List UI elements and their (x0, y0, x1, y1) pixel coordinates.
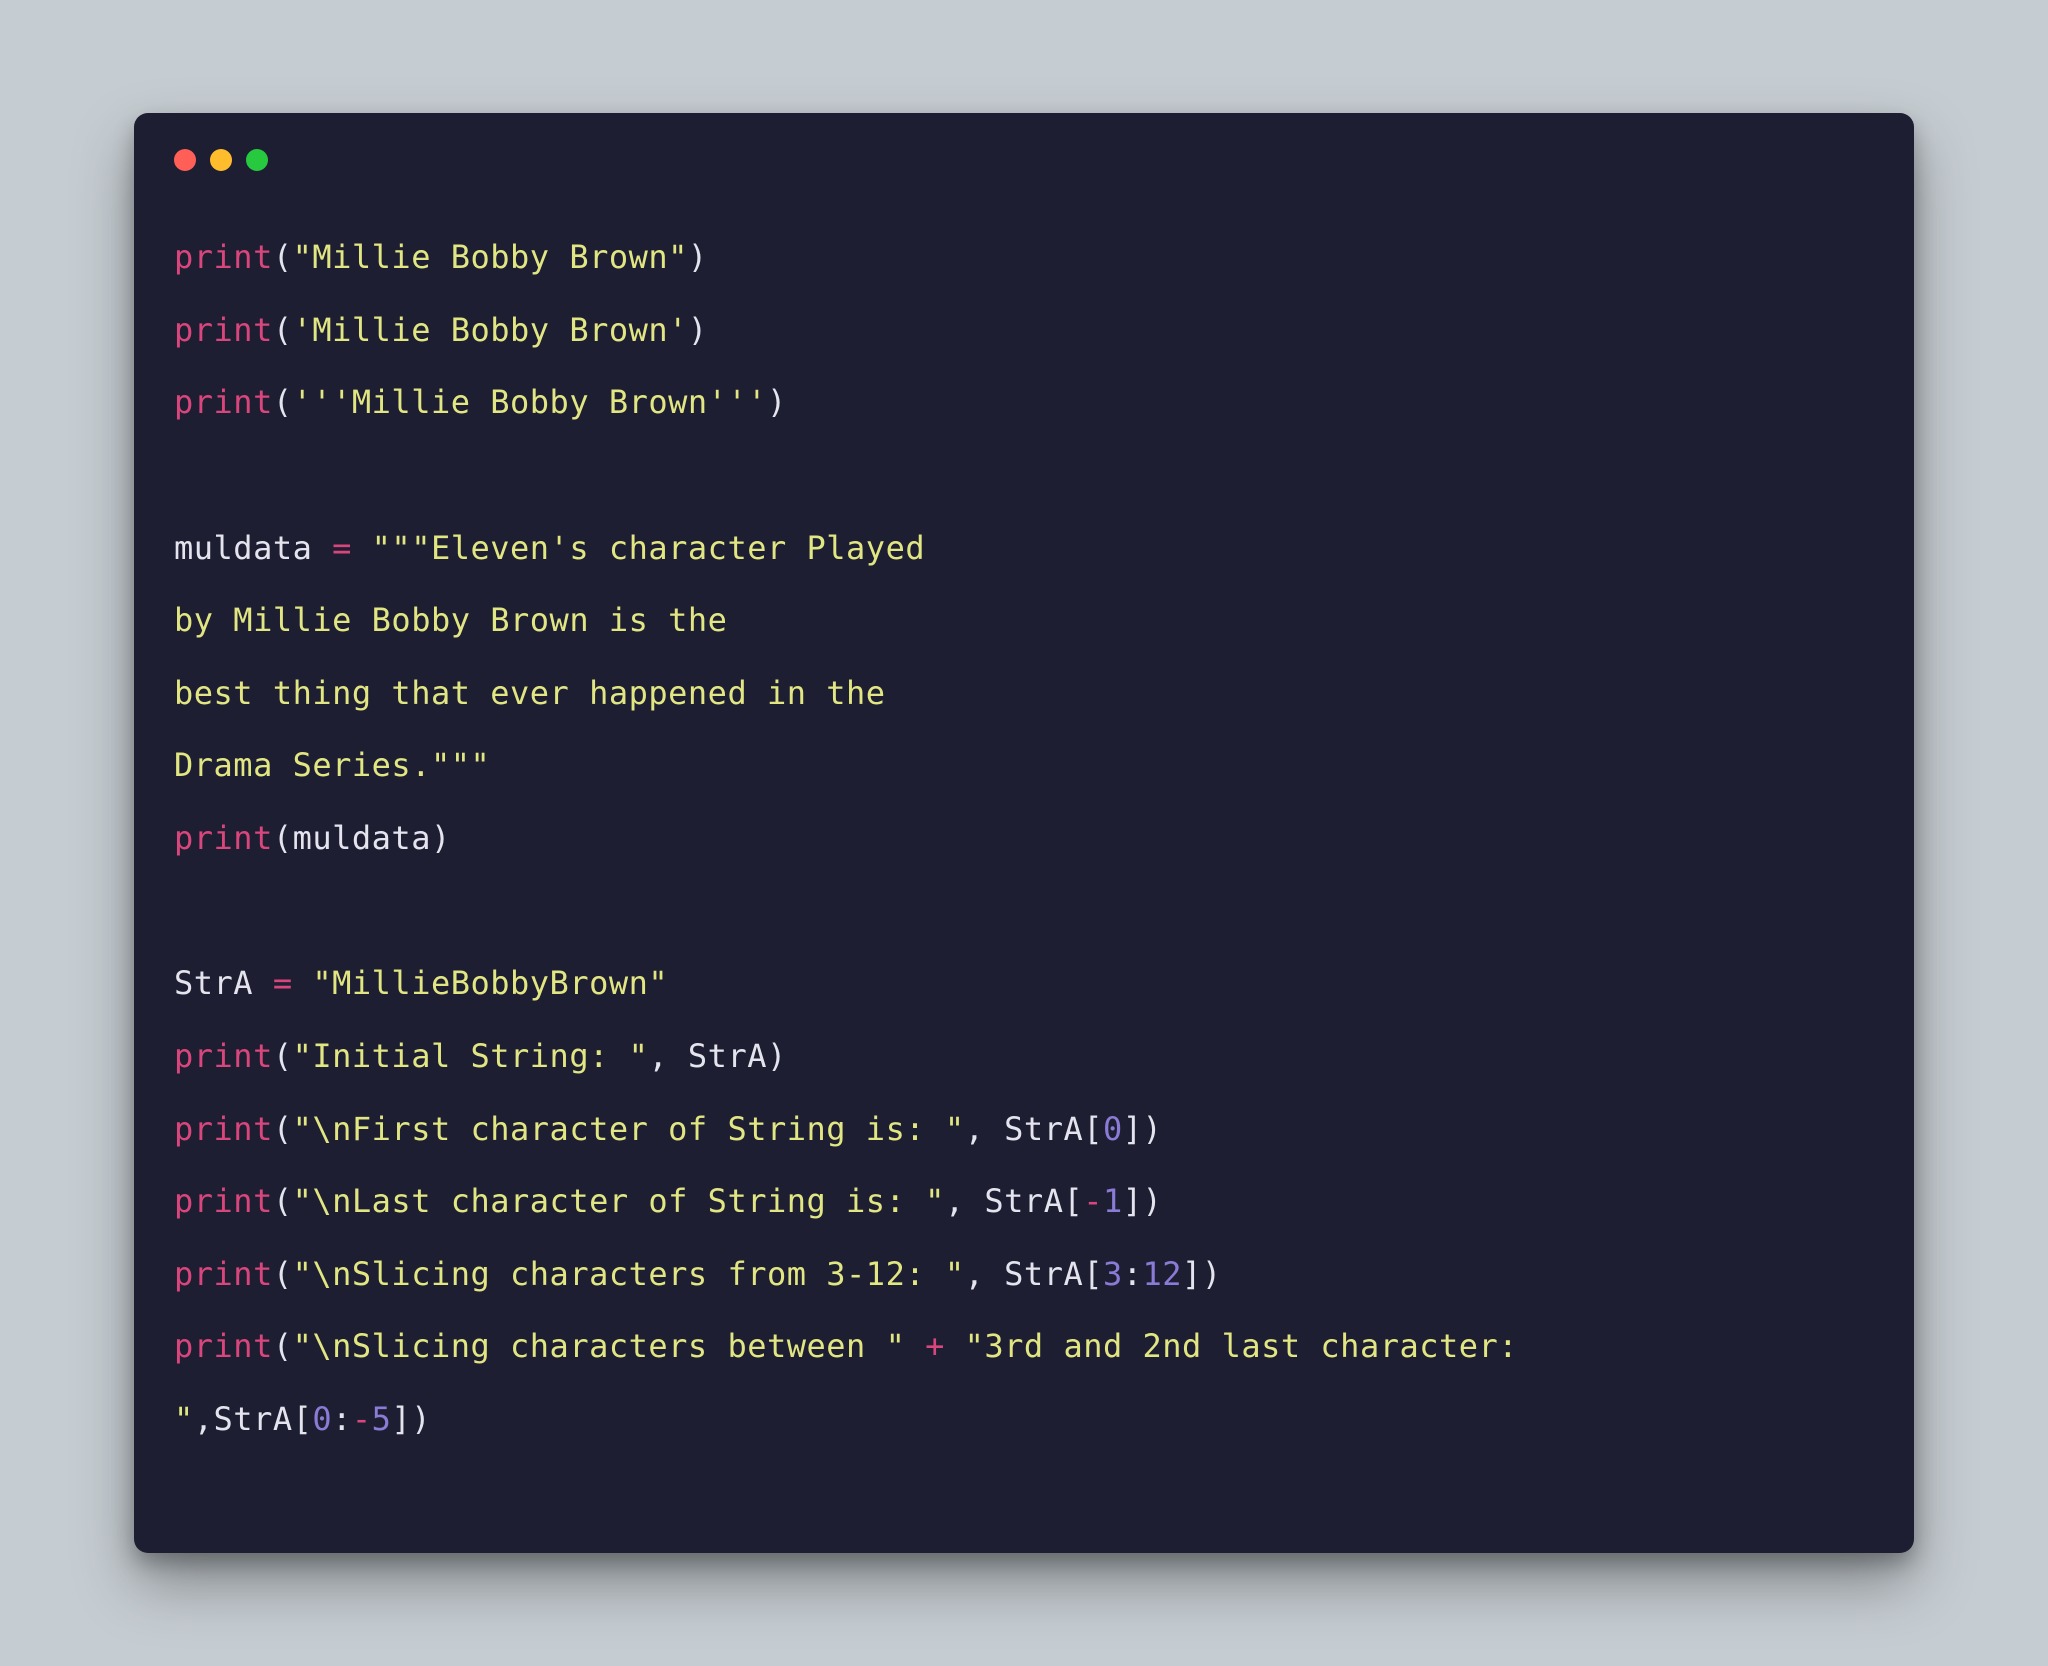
code-line: by Millie Bobby Brown is the (174, 601, 747, 639)
window-titlebar (174, 149, 1874, 171)
code-line: print("\nSlicing characters between " + … (174, 1327, 1538, 1365)
code-line: Drama Series.""" (174, 746, 490, 784)
code-line: muldata = """Eleven's character Played (174, 529, 945, 567)
code-line: print('Millie Bobby Brown') (174, 311, 708, 349)
code-line: print("Initial String: ", StrA) (174, 1037, 787, 1075)
maximize-icon[interactable] (246, 149, 268, 171)
minimize-icon[interactable] (210, 149, 232, 171)
close-icon[interactable] (174, 149, 196, 171)
code-line: best thing that ever happened in the (174, 674, 905, 712)
code-line: print("\nFirst character of String is: "… (174, 1110, 1162, 1148)
code-line: print("\nSlicing characters from 3-12: "… (174, 1255, 1222, 1293)
code-line: StrA = "MillieBobbyBrown" (174, 964, 668, 1002)
code-line: print("\nLast character of String is: ",… (174, 1182, 1162, 1220)
code-line: print("Millie Bobby Brown") (174, 238, 708, 276)
code-editor-window: print("Millie Bobby Brown") print('Milli… (134, 113, 1914, 1553)
code-line: print(muldata) (174, 819, 451, 857)
code-block: print("Millie Bobby Brown") print('Milli… (174, 221, 1874, 1456)
code-line: print('''Millie Bobby Brown''') (174, 383, 787, 421)
code-line: ",StrA[0:-5]) (174, 1400, 431, 1438)
